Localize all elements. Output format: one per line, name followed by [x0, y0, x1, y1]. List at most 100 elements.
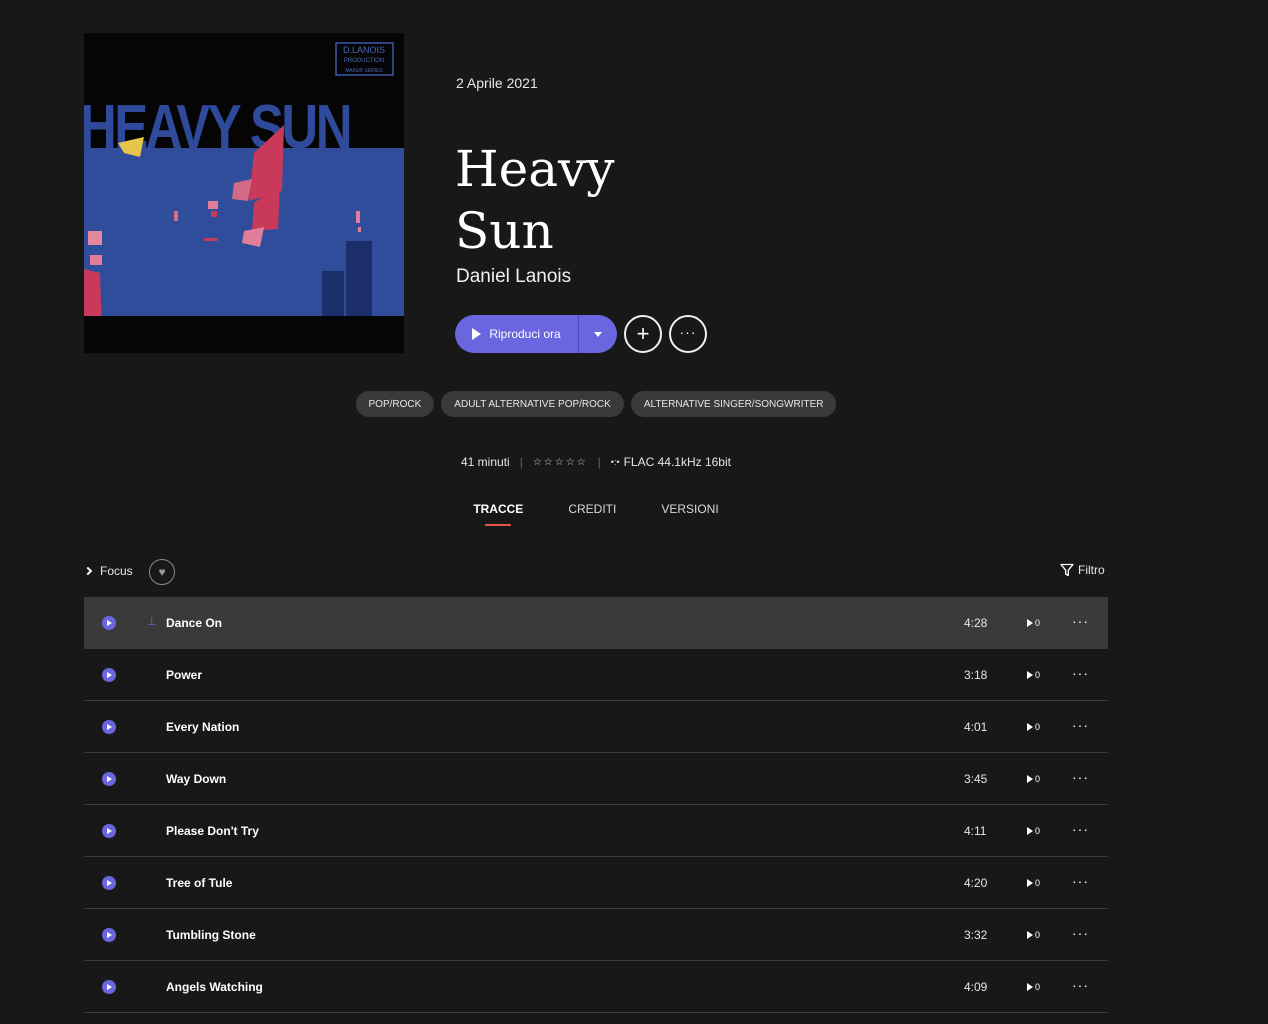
track-duration: 4:28: [964, 615, 988, 630]
audio-quality-icon: •:•: [610, 457, 620, 467]
track-play-icon[interactable]: [102, 824, 116, 838]
track-row[interactable]: Power 3:18 0 ···: [84, 649, 1108, 701]
filter-label: Filtro: [1078, 563, 1105, 577]
release-date: 2 Aprile 2021: [456, 75, 538, 91]
focus-label: Focus: [100, 564, 133, 578]
tab-tracks[interactable]: TRACCE: [473, 502, 523, 526]
play-count: 0: [1035, 721, 1041, 732]
track-list: ⊥ Dance On 4:28 0 ··· Power 3:18 0 ··· E…: [84, 597, 1108, 1013]
rating-stars[interactable]: ☆☆☆☆☆: [533, 457, 588, 468]
play-count: 0: [1035, 773, 1041, 784]
add-to-library-button[interactable]: +: [624, 315, 662, 353]
track-more-icon[interactable]: ···: [1072, 926, 1089, 940]
track-title: Dance On: [166, 615, 223, 630]
track-more-icon[interactable]: ···: [1072, 978, 1089, 992]
play-count: 0: [1035, 617, 1041, 628]
track-play-icon[interactable]: [102, 980, 116, 994]
album-tabs: TRACCE CREDITI VERSIONI: [0, 502, 1192, 526]
track-row[interactable]: Tumbling Stone 3:32 0 ···: [84, 909, 1108, 961]
track-row[interactable]: Angels Watching 4:09 0 ···: [84, 961, 1108, 1013]
track-duration: 4:01: [964, 719, 988, 734]
track-more-icon[interactable]: ···: [1072, 666, 1089, 680]
track-plays: 0: [1027, 618, 1040, 628]
plays-icon: [1027, 774, 1033, 783]
heart-icon: ♥: [158, 565, 166, 579]
track-duration: 3:18: [964, 667, 988, 682]
cover-label-line2: PRODUCTION: [344, 58, 384, 64]
genre-list: POP/ROCK ADULT ALTERNATIVE POP/ROCK ALTE…: [0, 391, 1192, 417]
track-plays: 0: [1027, 774, 1040, 784]
track-play-icon[interactable]: [102, 928, 116, 942]
track-duration: 3:45: [964, 771, 988, 786]
plays-icon: [1027, 618, 1033, 627]
artist-name[interactable]: Daniel Lanois: [456, 266, 571, 288]
plus-icon: +: [636, 321, 650, 346]
track-more-icon[interactable]: ···: [1072, 874, 1089, 888]
album-meta: 41 minuti | ☆☆☆☆☆ | •:• FLAC 44.1kHz 16b…: [0, 455, 1192, 469]
track-plays: 0: [1027, 670, 1040, 680]
meta-divider: |: [519, 455, 523, 469]
focus-toggle[interactable]: Focus: [83, 564, 133, 578]
track-play-icon[interactable]: [102, 720, 116, 734]
more-options-button[interactable]: ···: [669, 315, 707, 353]
genre-pill[interactable]: ALTERNATIVE SINGER/SONGWRITER: [630, 391, 837, 417]
track-play-icon[interactable]: [102, 668, 116, 682]
tab-credits[interactable]: CREDITI: [568, 502, 616, 524]
album-title: Heavy Sun: [455, 140, 615, 260]
filter-icon: [1060, 563, 1074, 577]
track-duration: 3:32: [964, 927, 988, 942]
track-row[interactable]: Every Nation 4:01 0 ···: [84, 701, 1108, 753]
plays-icon: [1027, 826, 1033, 835]
audio-quality: FLAC 44.1kHz 16bit: [623, 455, 731, 469]
meta-divider: |: [597, 455, 601, 469]
favorite-button[interactable]: ♥: [149, 559, 175, 585]
cover-label-line1: D.LANOIS: [343, 45, 385, 55]
plays-icon: [1027, 930, 1033, 939]
filter-button[interactable]: Filtro: [1060, 563, 1105, 577]
track-more-icon[interactable]: ···: [1072, 822, 1089, 836]
play-now-button[interactable]: Riproduci ora: [455, 315, 578, 353]
track-play-icon[interactable]: [102, 616, 116, 630]
track-duration: 4:09: [964, 979, 988, 994]
genre-pill[interactable]: ADULT ALTERNATIVE POP/ROCK: [441, 391, 624, 417]
more-dots-icon: ···: [679, 324, 697, 340]
track-plays: 0: [1027, 982, 1040, 992]
tab-versions[interactable]: VERSIONI: [661, 502, 718, 524]
track-plays: 0: [1027, 878, 1040, 888]
play-count: 0: [1035, 981, 1041, 992]
track-row[interactable]: Tree of Tule 4:20 0 ···: [84, 857, 1108, 909]
track-title: Tumbling Stone: [166, 927, 256, 942]
track-more-icon[interactable]: ···: [1072, 718, 1089, 732]
track-title: Angels Watching: [166, 979, 263, 994]
plays-icon: [1027, 982, 1033, 991]
track-more-icon[interactable]: ···: [1072, 770, 1089, 784]
play-icon: [472, 328, 482, 340]
track-play-icon[interactable]: [102, 772, 116, 786]
plays-icon: [1027, 670, 1033, 679]
plays-icon: [1027, 878, 1033, 887]
genre-pill[interactable]: POP/ROCK: [355, 391, 435, 417]
track-more-icon[interactable]: ···: [1072, 614, 1089, 628]
album-cover: D.LANOIS PRODUCTION MAKER SERIES HEAVY S…: [84, 33, 404, 353]
track-title: Tree of Tule: [166, 875, 233, 890]
track-plays: 0: [1027, 722, 1040, 732]
album-duration: 41 minuti: [461, 455, 510, 469]
track-row[interactable]: ⊥ Dance On 4:28 0 ···: [84, 597, 1108, 649]
play-options-dropdown[interactable]: [578, 315, 617, 353]
track-play-icon[interactable]: [102, 876, 116, 890]
chevron-down-icon: [594, 331, 602, 337]
play-count: 0: [1035, 669, 1041, 680]
download-icon: ⊥: [147, 616, 157, 628]
track-title: Please Don't Try: [166, 823, 259, 838]
play-count: 0: [1035, 877, 1041, 888]
track-row[interactable]: Way Down 3:45 0 ···: [84, 753, 1108, 805]
track-row[interactable]: Please Don't Try 4:11 0 ···: [84, 805, 1108, 857]
track-title: Way Down: [166, 771, 227, 786]
album-actions: Riproduci ora + ···: [455, 315, 707, 353]
track-plays: 0: [1027, 826, 1040, 836]
track-duration: 4:11: [964, 823, 987, 838]
cover-series: MAKER SERIES: [345, 68, 383, 74]
track-title: Every Nation: [166, 719, 240, 734]
plays-icon: [1027, 722, 1033, 731]
play-now-label: Riproduci ora: [489, 327, 561, 341]
